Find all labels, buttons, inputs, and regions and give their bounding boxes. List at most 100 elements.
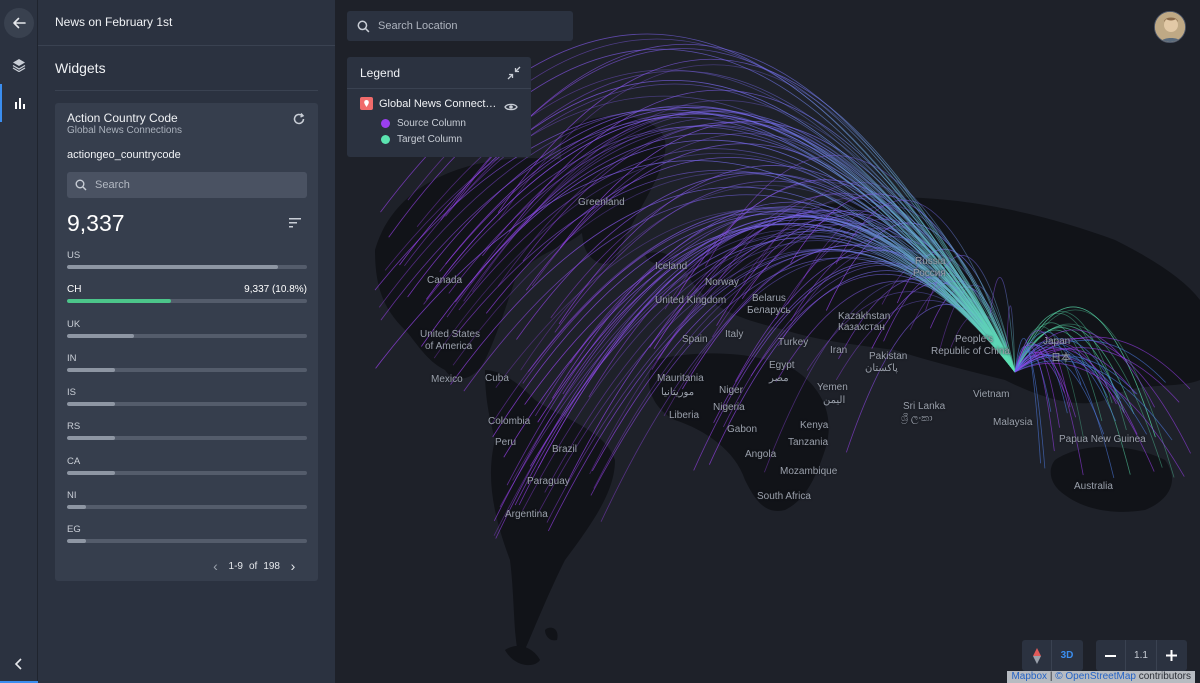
- location-search[interactable]: [347, 11, 573, 41]
- map-label: Paraguay: [527, 476, 570, 487]
- layers-button[interactable]: [0, 46, 38, 84]
- category-bar-track: [67, 265, 307, 269]
- category-bar-fill: [67, 436, 115, 441]
- map-label: Peru: [495, 437, 517, 448]
- layer-visibility-toggle[interactable]: [504, 99, 518, 111]
- map-label: Kenya: [800, 420, 829, 431]
- legend-layer-name: Global News Connections: [379, 98, 497, 110]
- attribution-separator: |: [1049, 671, 1053, 682]
- prev-page-button[interactable]: ‹: [209, 558, 223, 574]
- map-label: Angola: [745, 449, 777, 460]
- divider: [347, 88, 531, 89]
- 3d-toggle-button[interactable]: 3D: [1052, 650, 1082, 661]
- zoom-control: 1.1: [1096, 640, 1187, 671]
- map-label: Mauritania: [657, 373, 704, 384]
- layer-icon: [360, 97, 373, 110]
- sort-button[interactable]: [289, 215, 301, 228]
- category-code: EG: [67, 524, 81, 536]
- category-code: US: [67, 250, 81, 261]
- collapse-panel-button[interactable]: [0, 645, 38, 683]
- legend-item-label: Source Column: [397, 118, 466, 129]
- legend-item-label: Target Column: [397, 134, 463, 145]
- map-canvas[interactable]: Greenland Iceland Canada Norway Russia Россия…: [335, 0, 1200, 683]
- osm-link[interactable]: © OpenStreetMap: [1055, 671, 1136, 682]
- map-label: Malaysia: [993, 417, 1033, 428]
- category-widget: Action Country Code Global News Connecti…: [55, 103, 318, 581]
- map-label: Yemen: [817, 382, 848, 393]
- collapse-icon: [507, 66, 521, 80]
- map-attribution: Mapbox | © OpenStreetMap contributors: [1007, 671, 1195, 683]
- divider: [55, 90, 318, 91]
- page-range: 1-9: [228, 560, 243, 572]
- map-label: Australia: [1074, 481, 1113, 492]
- map-label: Iran: [830, 345, 848, 356]
- category-row-uk[interactable]: UK: [67, 319, 307, 353]
- map-label: Turkey: [778, 337, 809, 348]
- column-name: actiongeo_countrycode: [67, 149, 181, 161]
- category-list: US CH 9,337 (10.8%) UK IN IS RS CA NI EG: [67, 250, 307, 559]
- map-label: Canada: [427, 275, 463, 286]
- map-label: 日本: [1051, 353, 1071, 364]
- eye-icon: [504, 103, 518, 111]
- map-label: Norway: [705, 277, 739, 288]
- category-bar-track: [67, 402, 307, 407]
- widget-search-input[interactable]: [95, 179, 295, 191]
- map-label: Россия: [913, 268, 946, 279]
- widgets-button[interactable]: [0, 84, 38, 122]
- category-bar-track: [67, 299, 307, 304]
- map-label: مصر: [769, 373, 789, 384]
- back-button[interactable]: [0, 4, 38, 42]
- chevron-left-icon: [14, 658, 22, 670]
- search-icon: [357, 20, 370, 32]
- map-label: Spain: [682, 334, 708, 345]
- category-row-ca[interactable]: CA: [67, 456, 307, 490]
- map-label: Pakistan: [869, 351, 908, 362]
- map-label: پاکستان: [865, 363, 898, 374]
- map-label: Belarus: [752, 293, 786, 304]
- category-row-us[interactable]: US: [67, 250, 307, 284]
- side-panel: News on February 1st Widgets Action Coun…: [38, 0, 335, 683]
- plus-icon: [1166, 650, 1177, 661]
- map-label: Iceland: [655, 261, 688, 272]
- map-label: Colombia: [488, 416, 531, 427]
- category-row-ch[interactable]: CH 9,337 (10.8%): [67, 284, 307, 318]
- category-bar-fill: [67, 333, 135, 338]
- category-row-in[interactable]: IN: [67, 353, 307, 387]
- category-row-is[interactable]: IS: [67, 387, 307, 421]
- layers-icon: [12, 59, 26, 72]
- category-row-rs[interactable]: RS: [67, 421, 307, 455]
- map-label: People's: [955, 334, 994, 345]
- user-avatar[interactable]: [1154, 11, 1186, 43]
- legend-item-target: Target Column: [381, 134, 462, 145]
- attribution-suffix: contributors: [1138, 671, 1191, 682]
- app: News on February 1st Widgets Action Coun…: [0, 0, 1200, 683]
- map-label: Papua New Guinea: [1059, 434, 1146, 445]
- category-code: NI: [67, 490, 77, 502]
- target-color-swatch: [381, 135, 390, 144]
- category-bar-track: [67, 505, 307, 510]
- location-search-input[interactable]: [378, 20, 558, 32]
- total-count: 9,337: [67, 210, 125, 236]
- map-label: Liberia: [669, 410, 700, 421]
- category-bar-track: [67, 470, 307, 475]
- refresh-button[interactable]: [292, 112, 306, 126]
- mapbox-link[interactable]: Mapbox: [1011, 671, 1047, 682]
- zoom-in-button[interactable]: [1157, 640, 1186, 671]
- map-label: Egypt: [769, 360, 795, 371]
- back-arrow-icon: [4, 8, 34, 38]
- page-of: of: [248, 560, 258, 572]
- map-label: Nigeria: [713, 402, 745, 413]
- category-row-ni[interactable]: NI: [67, 490, 307, 524]
- next-page-button[interactable]: ›: [286, 558, 300, 574]
- category-bar-fill: [67, 505, 87, 510]
- category-bar-fill: [67, 265, 279, 269]
- zoom-out-button[interactable]: [1096, 640, 1125, 671]
- compass-button[interactable]: [1022, 640, 1052, 671]
- category-code: IN: [67, 352, 77, 364]
- category-bar-fill: [67, 539, 87, 544]
- widget-subtitle: Global News Connections: [67, 125, 183, 136]
- legend-collapse-button[interactable]: [507, 66, 521, 80]
- category-row-eg[interactable]: EG: [67, 524, 307, 558]
- widget-search[interactable]: [67, 172, 307, 198]
- map-label: Mozambique: [780, 466, 838, 477]
